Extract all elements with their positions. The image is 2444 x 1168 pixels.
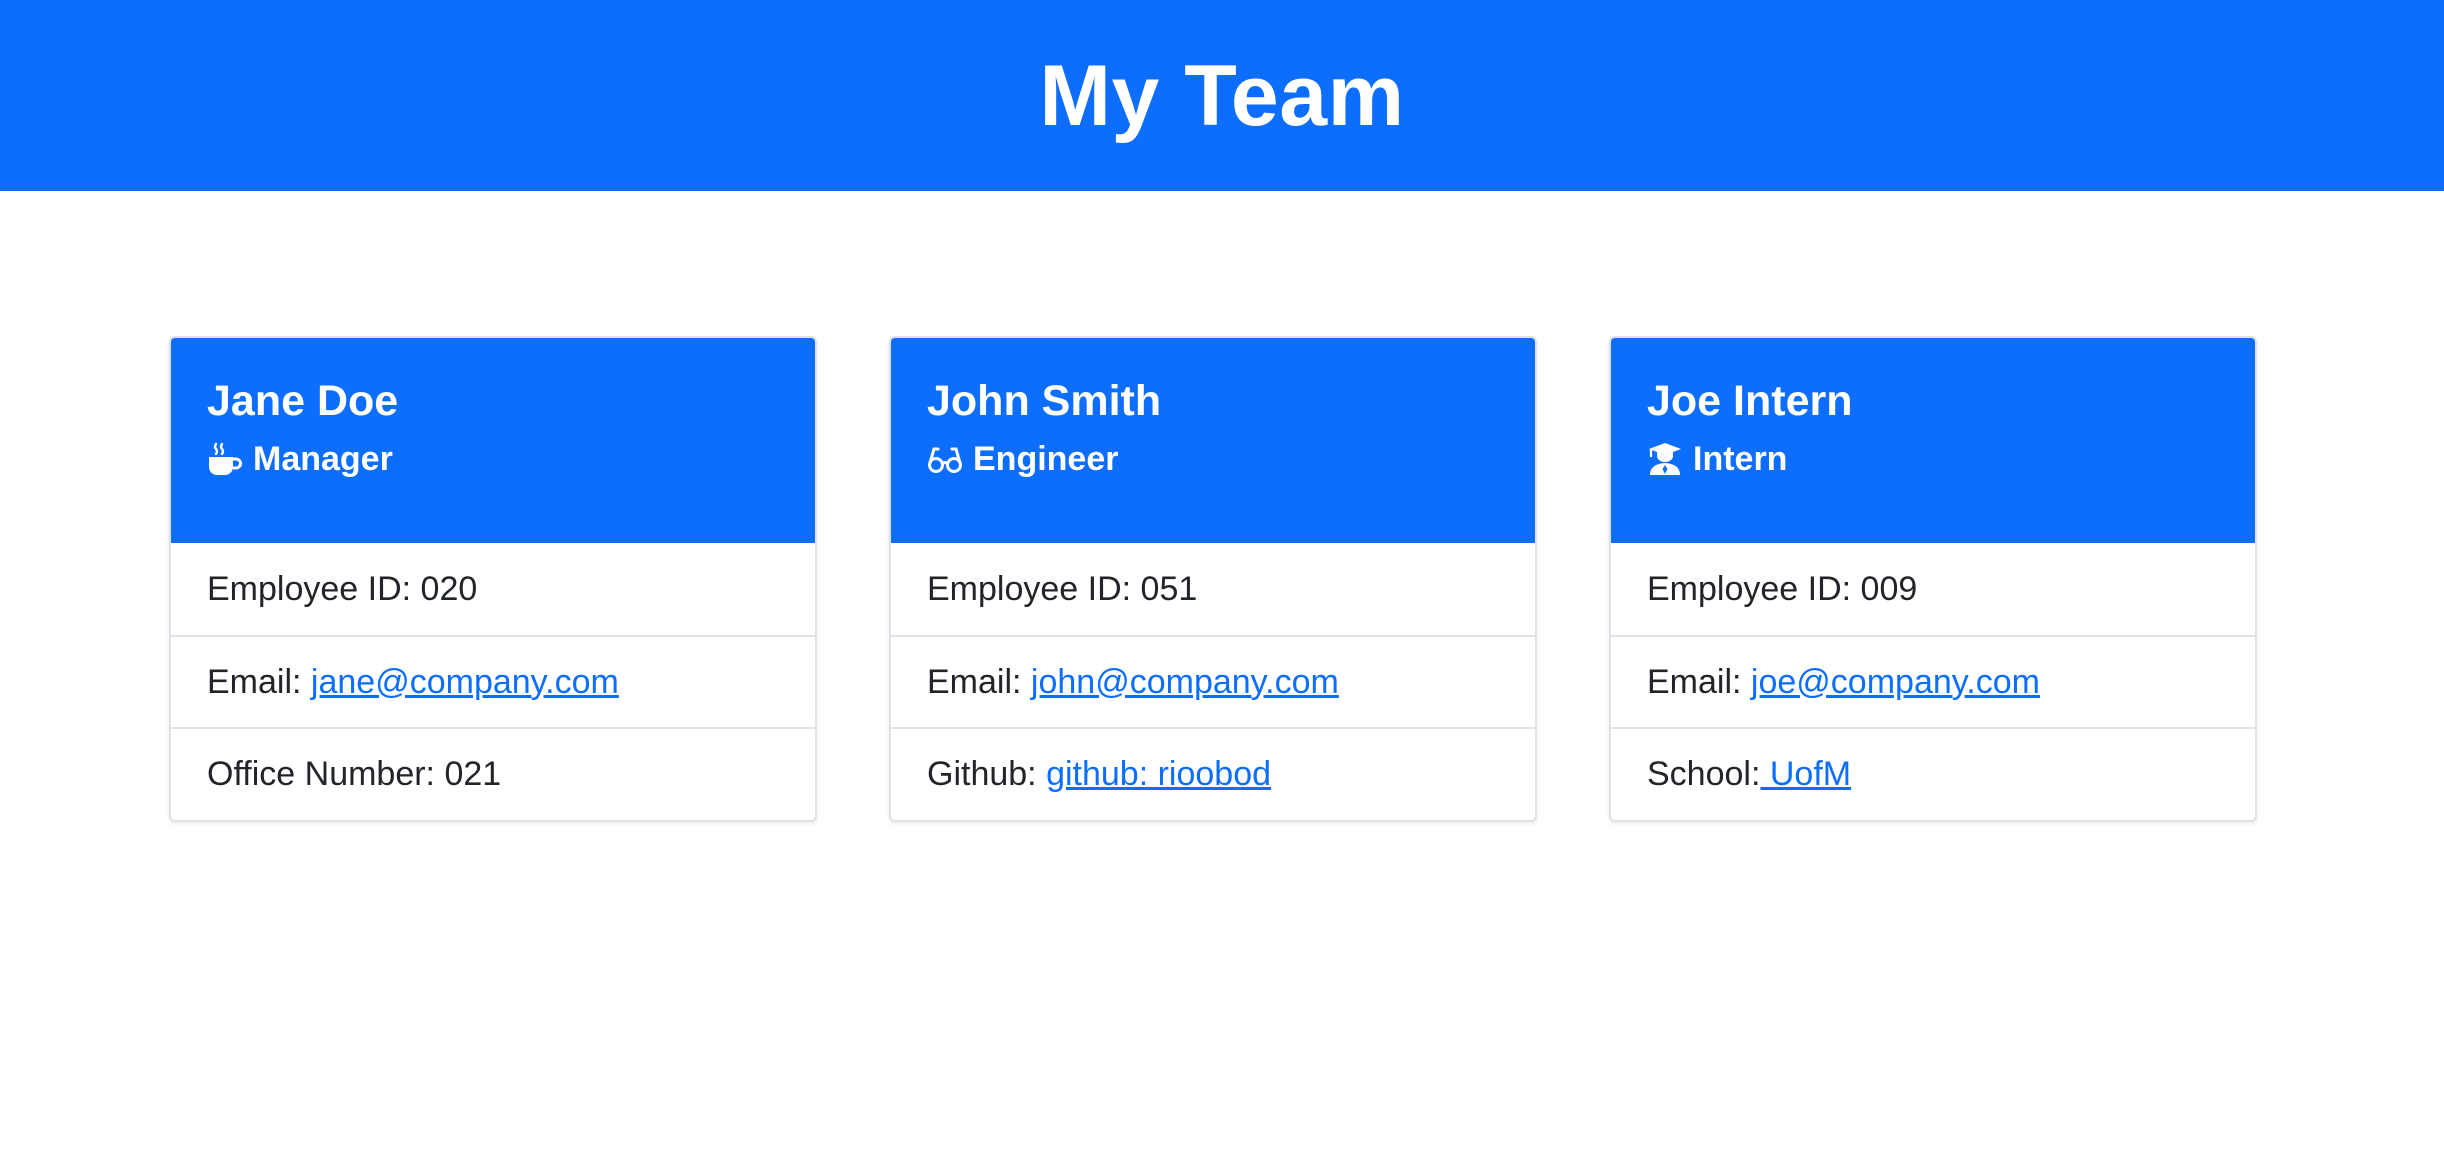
- glasses-icon: [927, 441, 963, 477]
- employee-id-item: Employee ID: 020: [171, 543, 815, 635]
- employee-card-intern: Joe Intern Intern Employee ID: 009 Email…: [1609, 336, 2257, 822]
- employee-id: Employee ID: 009: [1647, 569, 1918, 608]
- email-label: Email:: [1647, 662, 1751, 701]
- email-label: Email:: [927, 662, 1031, 701]
- graduate-icon: [1647, 441, 1683, 477]
- role-row: Engineer: [927, 440, 1499, 479]
- page-title: My Team: [1039, 47, 1405, 144]
- email-item: Email: joe@company.com: [1611, 635, 2255, 727]
- employee-id: Employee ID: 051: [927, 569, 1198, 608]
- card-header: Joe Intern Intern: [1611, 338, 2255, 543]
- email-link[interactable]: john@company.com: [1031, 663, 1339, 702]
- employee-card-manager: Jane Doe Manager Employee ID: 020 Email:…: [169, 336, 817, 822]
- github-label: Github:: [927, 754, 1047, 793]
- email-item: Email: john@company.com: [891, 635, 1535, 727]
- card-header: John Smith Engineer: [891, 338, 1535, 543]
- page-header: My Team: [0, 0, 2444, 191]
- employee-id-item: Employee ID: 051: [891, 543, 1535, 635]
- role-label: Engineer: [973, 439, 1119, 478]
- email-item: Email: jane@company.com: [171, 635, 815, 727]
- role-label: Intern: [1693, 439, 1788, 478]
- email-link[interactable]: jane@company.com: [311, 663, 619, 702]
- school-link[interactable]: UofM: [1760, 755, 1851, 794]
- coffee-mug-icon: [207, 441, 243, 477]
- employee-id: Employee ID: 020: [207, 569, 478, 608]
- info-list: Employee ID: 009 Email: joe@company.com …: [1611, 543, 2255, 819]
- info-list: Employee ID: 051 Email: john@company.com…: [891, 543, 1535, 819]
- email-label: Email:: [207, 662, 311, 701]
- github-link[interactable]: github: rioobod: [1046, 755, 1271, 794]
- employee-name: Joe Intern: [1647, 377, 1853, 425]
- office-number-item: Office Number: 021: [171, 727, 815, 819]
- team-cards: Jane Doe Manager Employee ID: 020 Email:…: [0, 336, 2444, 822]
- school-item: School: UofM: [1611, 727, 2255, 819]
- github-item: Github: github: rioobod: [891, 727, 1535, 819]
- employee-name: Jane Doe: [207, 377, 399, 425]
- role-row: Intern: [1647, 440, 2219, 479]
- school-label: School:: [1647, 754, 1761, 793]
- role-label: Manager: [253, 439, 393, 478]
- employee-name: John Smith: [927, 377, 1162, 425]
- role-row: Manager: [207, 440, 779, 479]
- card-header: Jane Doe Manager: [171, 338, 815, 543]
- info-list: Employee ID: 020 Email: jane@company.com…: [171, 543, 815, 819]
- employee-card-engineer: John Smith Engineer Employee ID: 051 Ema…: [889, 336, 1537, 822]
- office-number: Office Number: 021: [207, 754, 502, 793]
- email-link[interactable]: joe@company.com: [1751, 663, 2040, 702]
- employee-id-item: Employee ID: 009: [1611, 543, 2255, 635]
